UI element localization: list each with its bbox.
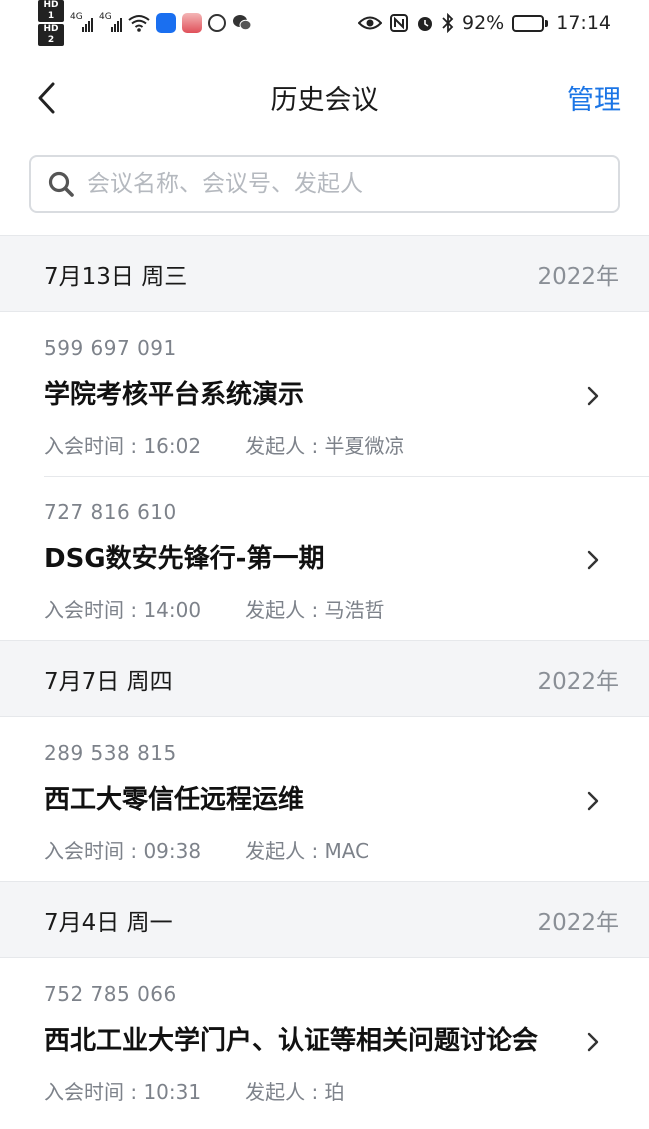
cell-signal-2-icon: 4G	[99, 12, 122, 32]
hd-indicators: HD 1 HD 2	[38, 0, 64, 46]
back-button[interactable]	[28, 76, 64, 120]
meeting-host: 发起人 : 马浩哲	[245, 598, 385, 622]
battery-percent: 92%	[462, 12, 505, 34]
wifi-icon	[128, 15, 150, 32]
join-time: 入会时间 : 10:31	[44, 1080, 202, 1104]
join-time: 入会时间 : 09:38	[44, 839, 202, 863]
nav-bar: 历史会议 管理	[0, 58, 649, 138]
meeting-host: 发起人 : MAC	[245, 839, 370, 863]
meeting-title: 西工大零信任远程运维	[44, 785, 305, 815]
manage-button[interactable]: 管理	[567, 78, 621, 117]
meeting-meta: 入会时间 : 16:02 发起人 : 半夏微凉	[44, 430, 405, 459]
clock: 17:14	[556, 12, 611, 34]
meeting-meta: 入会时间 : 10:31 发起人 : 珀	[44, 1076, 345, 1105]
meeting-id: 289 538 815	[44, 741, 177, 765]
date-group-items: 752 785 066 西北工业大学门户、认证等相关问题讨论会 入会时间 : 1…	[0, 958, 649, 1122]
eye-icon	[358, 16, 382, 30]
chevron-right-icon	[583, 380, 603, 412]
shopping-app-icon	[182, 13, 202, 33]
meeting-meta: 入会时间 : 09:38 发起人 : MAC	[44, 835, 369, 864]
group-date: 7月13日 周三	[44, 263, 188, 290]
alarm-icon	[418, 17, 432, 31]
group-date: 7月4日 周一	[44, 909, 173, 936]
cell-network-1-label: 4G	[70, 12, 83, 22]
battery-icon	[512, 14, 549, 32]
join-time: 入会时间 : 16:02	[44, 434, 202, 458]
date-group-header: 7月4日 周一 2022年	[0, 881, 649, 958]
page-title: 历史会议	[270, 85, 379, 116]
nfc-icon	[390, 14, 408, 32]
search-input[interactable]	[87, 171, 587, 197]
meeting-id: 752 785 066	[44, 982, 177, 1006]
meeting-item[interactable]: 727 816 610 DSG数安先锋行-第一期 入会时间 : 14:00 发起…	[0, 476, 649, 640]
cell-signal-1-icon: 4G	[70, 12, 93, 32]
date-group-items: 289 538 815 西工大零信任远程运维 入会时间 : 09:38 发起人 …	[0, 717, 649, 881]
search-box[interactable]	[29, 155, 620, 213]
search-icon	[48, 171, 74, 197]
date-group-header: 7月7日 周四 2022年	[0, 640, 649, 717]
hand-app-icon	[208, 14, 226, 32]
join-time: 入会时间 : 14:00	[44, 598, 202, 622]
group-year: 2022年	[537, 263, 619, 290]
meeting-title: 学院考核平台系统演示	[44, 380, 305, 410]
wechat-icon	[233, 15, 252, 31]
chevron-left-icon	[38, 82, 55, 114]
chevron-right-icon	[583, 785, 603, 817]
hd2-badge: HD 2	[38, 24, 64, 46]
meeting-item[interactable]: 289 538 815 西工大零信任远程运维 入会时间 : 09:38 发起人 …	[0, 717, 649, 881]
cell-network-2-label: 4G	[99, 12, 112, 22]
date-group-header: 7月13日 周三 2022年	[0, 235, 649, 312]
date-group-items: 599 697 091 学院考核平台系统演示 入会时间 : 16:02 发起人 …	[0, 312, 649, 640]
meeting-title: 西北工业大学门户、认证等相关问题讨论会	[44, 1026, 539, 1056]
chevron-right-icon	[583, 544, 603, 576]
group-date: 7月7日 周四	[44, 668, 173, 695]
meeting-host: 发起人 : 半夏微凉	[245, 434, 405, 458]
status-bar-right: 92% 17:14	[358, 12, 611, 34]
hd1-badge: HD 1	[38, 0, 64, 22]
status-bar: HD 1 HD 2 4G 4G 92% 17:14	[0, 0, 649, 46]
meeting-title: DSG数安先锋行-第一期	[44, 544, 325, 574]
meeting-item[interactable]: 752 785 066 西北工业大学门户、认证等相关问题讨论会 入会时间 : 1…	[0, 958, 649, 1122]
meeting-id: 599 697 091	[44, 336, 177, 360]
meeting-item[interactable]: 599 697 091 学院考核平台系统演示 入会时间 : 16:02 发起人 …	[0, 312, 649, 476]
group-year: 2022年	[537, 668, 619, 695]
status-bar-left: HD 1 HD 2 4G 4G	[38, 0, 252, 46]
meeting-host: 发起人 : 珀	[245, 1080, 345, 1104]
meeting-meta: 入会时间 : 14:00 发起人 : 马浩哲	[44, 594, 385, 623]
meeting-id: 727 816 610	[44, 500, 177, 524]
bluetooth-icon	[442, 13, 454, 33]
meeting-history-list: 7月13日 周三 2022年 599 697 091 学院考核平台系统演示 入会…	[0, 235, 649, 1122]
app-notification-icon	[156, 13, 176, 33]
group-year: 2022年	[537, 909, 619, 936]
chevron-right-icon	[583, 1026, 603, 1058]
